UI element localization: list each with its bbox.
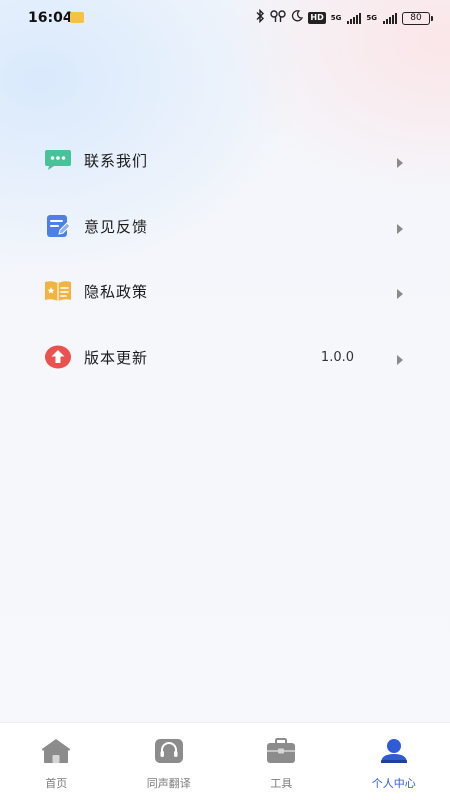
bottom-tab-bar: 首页 同声翻译 工具 个人中心 <box>0 722 450 800</box>
menu-item-feedback[interactable]: 意见反馈 <box>0 192 450 258</box>
chevron-right-icon <box>397 158 403 168</box>
headset-translate-icon <box>154 737 184 765</box>
tab-tools[interactable]: 工具 <box>225 723 338 800</box>
chevron-right-icon <box>397 223 403 234</box>
signal-icon-1 <box>347 12 362 24</box>
menu-item-label: 意见反馈 <box>84 217 149 236</box>
menu-item-version-update[interactable]: 版本更新 1.0.0 <box>0 323 450 389</box>
version-value: 1.0.0 <box>320 349 354 365</box>
tab-personal-center[interactable]: 个人中心 <box>338 723 450 800</box>
feedback-edit-icon <box>44 214 72 238</box>
home-icon <box>41 737 71 765</box>
menu-item-privacy-policy[interactable]: 隐私政策 <box>0 257 450 323</box>
tab-label: 同声翻译 <box>146 777 191 790</box>
tab-home[interactable]: 首页 <box>0 723 113 800</box>
bluetooth-icon <box>255 8 265 28</box>
menu-item-contact-us[interactable]: 联系我们 <box>0 126 450 192</box>
network-label-1: 5G <box>330 14 342 22</box>
network-label-2: 5G <box>366 14 377 22</box>
status-icons: HD 5G 5G 80 <box>255 8 433 28</box>
moon-icon <box>291 9 304 27</box>
toolbox-icon <box>266 737 296 765</box>
chat-bubble-icon <box>44 148 72 172</box>
signal-icon-2 <box>383 12 397 24</box>
status-time: 16:04 <box>28 10 73 26</box>
tab-simultaneous-translation[interactable]: 同声翻译 <box>113 723 226 800</box>
tab-label: 工具 <box>270 777 293 790</box>
page-background <box>0 0 450 800</box>
chevron-right-icon <box>397 354 403 365</box>
menu-item-label: 隐私政策 <box>84 283 149 301</box>
menu-item-label: 联系我们 <box>84 152 149 170</box>
settings-menu: 联系我们 意见反馈 隐私政策 版本更新 1.0.0 <box>0 126 450 388</box>
menu-item-label: 版本更新 <box>84 348 149 367</box>
upgrade-arrow-icon <box>44 345 72 369</box>
privacy-book-icon <box>44 279 72 303</box>
status-bar: 16:04 HD 5G 5G 80 <box>0 0 450 36</box>
battery-icon: 80 <box>402 11 433 25</box>
notification-app-icon <box>70 12 84 23</box>
user-profile-icon <box>379 737 409 765</box>
tab-label: 首页 <box>45 777 68 790</box>
tab-label: 个人中心 <box>371 777 416 790</box>
earbuds-icon <box>270 9 287 28</box>
hd-badge: HD <box>308 12 326 24</box>
chevron-right-icon <box>397 289 403 299</box>
